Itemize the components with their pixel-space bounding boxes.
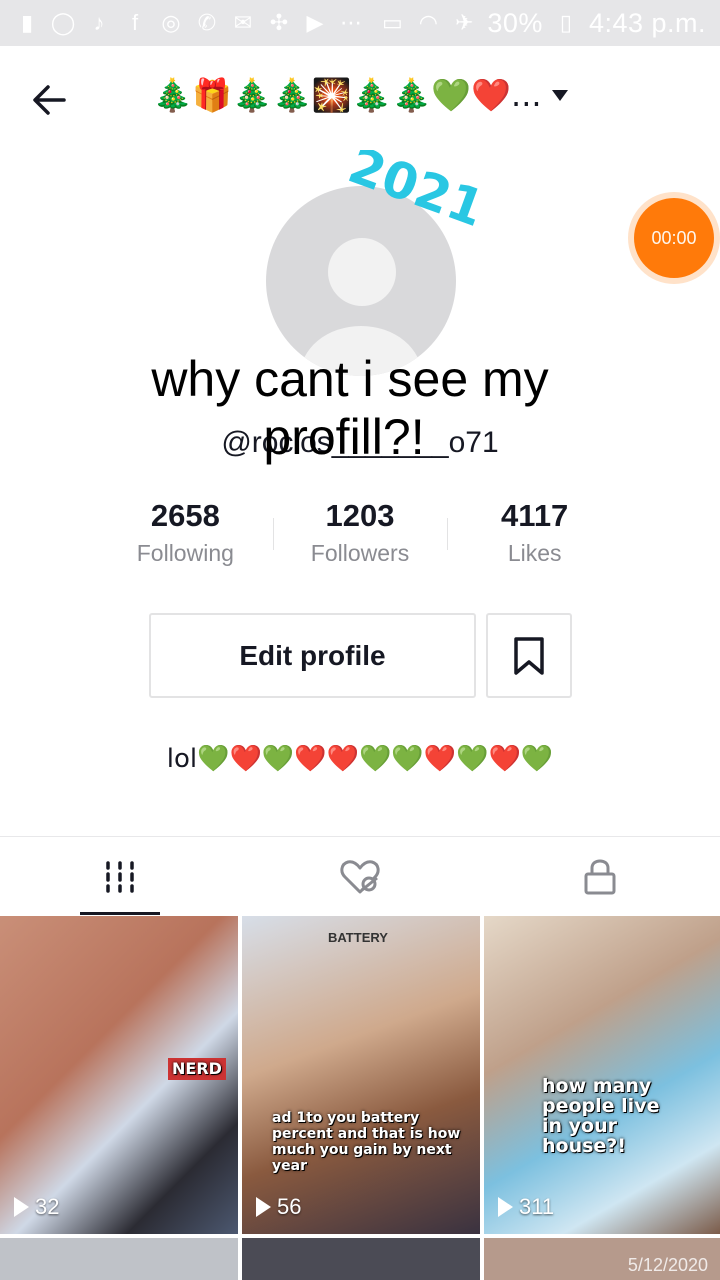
stat-label: Following bbox=[136, 540, 234, 566]
video-date: 5/12/2020 bbox=[627, 1255, 708, 1275]
airplane-icon: ✈ bbox=[455, 10, 474, 35]
video-thumbnail[interactable]: BATTERY ad 1to you battery percent and t… bbox=[242, 916, 480, 1234]
stat-label: Likes bbox=[507, 540, 562, 566]
year-sticker: 2021 bbox=[341, 150, 478, 238]
status-left-icons: ▮ ◯ ♪ f ◎ ✆ ✉ ✣ ▶ ⋯ bbox=[14, 10, 364, 36]
stat-followers[interactable]: 1203 Followers bbox=[272, 496, 448, 567]
stat-value: 2658 bbox=[150, 498, 220, 533]
tiktok-icon: ♪ bbox=[93, 10, 105, 35]
recording-timer[interactable]: 00:00 bbox=[634, 198, 714, 278]
play-icon bbox=[14, 1197, 29, 1217]
app-icon: ✣ bbox=[269, 10, 289, 35]
liked-hidden-icon bbox=[340, 860, 380, 894]
more-icon: ⋯ bbox=[340, 10, 362, 35]
notification-icon: ▮ bbox=[20, 10, 34, 35]
view-count: 311 bbox=[498, 1194, 554, 1220]
overlay-caption: why cant i see my profill?! bbox=[70, 350, 630, 466]
video-top-caption: BATTERY bbox=[328, 930, 388, 945]
stat-label: Followers bbox=[310, 540, 410, 566]
wifi-icon: ◠ bbox=[418, 10, 438, 35]
cast-icon: ▭ bbox=[381, 10, 403, 35]
view-count-value: 56 bbox=[277, 1194, 302, 1219]
play-icon bbox=[256, 1197, 271, 1217]
bookmark-icon bbox=[514, 636, 544, 675]
profile-header: 🎄🎁🎄🎄🎇🎄🎄💚❤️... bbox=[0, 46, 720, 152]
video-thumbnail[interactable]: 5/12/2020 bbox=[484, 1238, 720, 1280]
video-thumbnail[interactable]: how many people live in your house?! 311 bbox=[484, 916, 720, 1234]
gmail-icon: ✉ bbox=[233, 10, 253, 35]
call-icon: ✆ bbox=[197, 10, 217, 35]
tab-private[interactable] bbox=[480, 837, 720, 917]
tab-liked[interactable] bbox=[240, 837, 480, 917]
status-bar: ▮ ◯ ♪ f ◎ ✆ ✉ ✣ ▶ ⋯ ▭ ◠ ✈ 30% ▯ 4:43 p.m… bbox=[0, 0, 720, 46]
play-icon bbox=[498, 1197, 513, 1217]
sticker-text: 2021 bbox=[341, 150, 478, 238]
whatsapp-icon: ◯ bbox=[50, 10, 76, 35]
stat-following[interactable]: 2658 Following bbox=[98, 496, 273, 567]
overlay-line-1: why cant i see my bbox=[151, 351, 549, 407]
battery-icon: ▯ bbox=[559, 10, 572, 35]
view-count-value: 32 bbox=[35, 1194, 60, 1219]
messenger-icon: ◎ bbox=[161, 10, 181, 35]
view-count: 56 bbox=[256, 1194, 301, 1220]
active-tab-indicator bbox=[80, 912, 160, 915]
battery-percent: 30% bbox=[487, 7, 543, 38]
stat-likes[interactable]: 4117 Likes bbox=[447, 496, 622, 567]
video-grid: NERD 32 BATTERY ad 1to you battery perce… bbox=[0, 916, 720, 1280]
view-count-value: 311 bbox=[519, 1194, 555, 1219]
bio: lol💚❤️💚❤️❤️💚💚❤️💚❤️💚 bbox=[166, 744, 554, 774]
profile-stats: 2658 Following 1203 Followers 4117 Likes bbox=[98, 496, 622, 567]
stat-value: 1203 bbox=[325, 498, 395, 533]
facebook-icon: f bbox=[131, 10, 139, 35]
content-tabs bbox=[0, 836, 720, 917]
edit-profile-button[interactable]: Edit profile bbox=[149, 613, 476, 698]
video-caption: NERD bbox=[168, 1058, 226, 1080]
tab-videos[interactable] bbox=[0, 837, 240, 917]
video-icon: ▶ bbox=[306, 10, 324, 35]
video-thumbnail[interactable] bbox=[242, 1238, 480, 1280]
clock: 4:43 p.m. bbox=[588, 7, 706, 38]
status-right-icons: ▭ ◠ ✈ 30% ▯ 4:43 p.m. bbox=[379, 8, 706, 39]
account-switcher[interactable]: 🎄🎁🎄🎄🎇🎄🎄💚❤️... bbox=[0, 76, 720, 114]
lock-icon bbox=[584, 859, 616, 895]
video-thumbnail[interactable] bbox=[0, 1238, 238, 1280]
profile-name: 🎄🎁🎄🎄🎇🎄🎄💚❤️... bbox=[152, 76, 542, 114]
view-count: 32 bbox=[14, 1194, 59, 1220]
video-caption: ad 1to you battery percent and that is h… bbox=[272, 1110, 461, 1174]
overlay-line-2: profill?! bbox=[263, 409, 425, 465]
caret-down-icon bbox=[551, 89, 568, 101]
videos-grid-icon bbox=[106, 861, 134, 893]
favorites-button[interactable] bbox=[486, 613, 572, 698]
timer-label: 00:00 bbox=[651, 227, 697, 248]
video-thumbnail[interactable]: NERD 32 bbox=[0, 916, 238, 1234]
video-caption: how many people live in your house?! bbox=[542, 1075, 660, 1157]
stat-value: 4117 bbox=[501, 498, 569, 533]
